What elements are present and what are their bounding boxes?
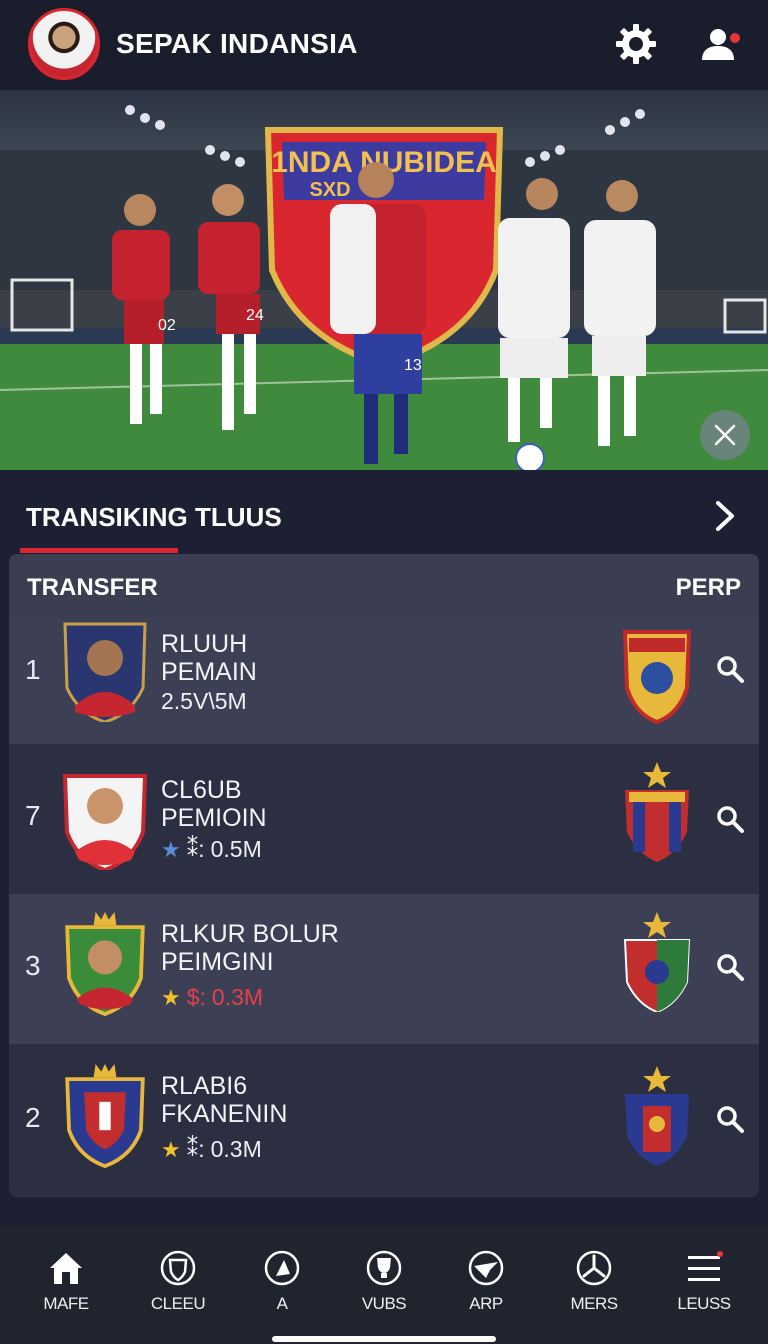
player-name-line2: PEMAIN bbox=[161, 658, 257, 686]
home-indicator bbox=[272, 1336, 496, 1342]
gear-icon[interactable] bbox=[614, 22, 658, 66]
search-icon[interactable] bbox=[715, 952, 745, 982]
nav-label: MAFE bbox=[43, 1294, 89, 1313]
player-portrait bbox=[65, 912, 145, 1016]
player-name: RLABI6 FKANENIN bbox=[161, 1072, 287, 1128]
table-header: TRANSFER PERP bbox=[9, 554, 759, 618]
value-prefix: $: bbox=[186, 984, 206, 1010]
player-portrait bbox=[63, 622, 147, 722]
app-title: SEPAK INDANSIA bbox=[116, 28, 358, 59]
home-icon bbox=[50, 1253, 82, 1284]
player-name: RLUUH PEMAIN bbox=[161, 630, 257, 686]
app-header: SEPAK INDANSIA bbox=[0, 0, 768, 90]
star-icon: ★ bbox=[161, 1136, 181, 1162]
star-icon: ★ bbox=[161, 984, 181, 1010]
nav-item-home[interactable]: MAFE bbox=[16, 1248, 116, 1318]
section-title: TRANSIKING TLUUS bbox=[26, 502, 282, 532]
player-portrait bbox=[62, 774, 148, 870]
player-name-line1: CL6UB bbox=[161, 776, 242, 804]
jersey-number-1: 02 bbox=[158, 317, 176, 334]
star-icon: ★ bbox=[161, 836, 181, 862]
value-prefix: ⁑: bbox=[186, 1136, 205, 1162]
nav-label: CLEEU bbox=[150, 1294, 206, 1313]
row-rank: 2 bbox=[25, 1102, 41, 1133]
nav-item-vubs[interactable]: VUBS bbox=[334, 1248, 434, 1318]
menu-icon bbox=[688, 1251, 723, 1281]
player-name: CL6UB PEMIOIN bbox=[161, 776, 267, 832]
player-name-line1: RLUUH bbox=[161, 630, 248, 658]
player-name: RLKUR BOLUR PEIMGINI bbox=[161, 920, 339, 976]
value-text: 0.3M bbox=[210, 1136, 262, 1162]
value-text: 2.5V\5M bbox=[161, 688, 247, 714]
nav-label: MERS bbox=[570, 1294, 618, 1313]
notification-dot bbox=[730, 33, 740, 43]
user-icon[interactable] bbox=[698, 22, 742, 66]
row-rank: 1 bbox=[25, 654, 41, 685]
table-row[interactable]: 3 RLKUR BOLUR PEIMGINI ★ $: 0.3M bbox=[9, 894, 759, 1044]
player-portrait bbox=[65, 1064, 145, 1168]
row-rank: 3 bbox=[25, 950, 41, 981]
player-name-line2: FKANENIN bbox=[161, 1100, 288, 1128]
transfer-value: ★ $: 0.3M bbox=[161, 984, 263, 1011]
stadium-illustration: 1NDA NUBIDEA SXD 02 24 13 bbox=[0, 105, 768, 470]
nav-item-arp[interactable]: ARP bbox=[436, 1248, 536, 1318]
nav-item-clubs[interactable]: CLEEU bbox=[128, 1248, 228, 1318]
nav-item-mers[interactable]: MERS bbox=[544, 1248, 644, 1318]
col-header-perp: PERP bbox=[675, 574, 741, 601]
player-name-line2: PEIMGINI bbox=[161, 948, 274, 976]
club-badge bbox=[623, 912, 691, 1012]
club-badge bbox=[625, 1066, 689, 1166]
chevron-right-icon[interactable] bbox=[708, 498, 744, 534]
club-badge bbox=[625, 762, 689, 862]
transfer-value: 2.5V\5M bbox=[161, 688, 247, 715]
hero-banner: 1NDA NUBIDEA SXD 02 24 13 bbox=[0, 90, 768, 470]
section-underline bbox=[20, 548, 178, 553]
player-name-line1: RLKUR BOLUR bbox=[161, 920, 339, 948]
trophy-icon bbox=[366, 1250, 402, 1286]
nav-label: ARP bbox=[469, 1294, 503, 1313]
club-badge bbox=[622, 630, 692, 725]
player-name-line1: RLABI6 bbox=[161, 1072, 248, 1100]
jersey-number-2: 24 bbox=[246, 307, 264, 324]
transfer-table: TRANSFER PERP 1 RLUUH PEMAIN 2.5V\5M 7 C… bbox=[9, 554, 759, 1197]
col-header-transfer: TRANSFER bbox=[27, 574, 158, 601]
table-row[interactable]: 2 RLABI6 FKANENIN ★ ⁑: 0.3M bbox=[9, 1044, 759, 1194]
bottom-nav: MAFE CLEEU A VUBS ARP MERS LEUSS bbox=[0, 1226, 768, 1344]
avatar[interactable] bbox=[28, 8, 100, 80]
transfer-icon bbox=[468, 1250, 504, 1286]
close-banner-button[interactable] bbox=[700, 410, 750, 460]
ball-icon bbox=[264, 1250, 300, 1286]
nav-label: LEUSS bbox=[677, 1294, 731, 1313]
crest-sub: SXD bbox=[309, 179, 350, 201]
row-rank: 7 bbox=[25, 800, 41, 831]
search-icon[interactable] bbox=[715, 654, 745, 684]
search-icon[interactable] bbox=[715, 1104, 745, 1134]
transfer-value: ★ ⁑: 0.5M bbox=[161, 836, 262, 863]
value-text: 0.3M bbox=[211, 984, 264, 1010]
nav-label: VUBS bbox=[361, 1294, 407, 1313]
jersey-number-3: 13 bbox=[404, 357, 422, 374]
value-prefix: ⁑: bbox=[186, 836, 205, 862]
nav-item-a[interactable]: A bbox=[232, 1248, 332, 1318]
table-row[interactable]: 7 CL6UB PEMIOIN ★ ⁑: 0.5M bbox=[9, 744, 759, 894]
close-icon bbox=[714, 424, 736, 446]
search-icon[interactable] bbox=[715, 804, 745, 834]
value-text: 0.5M bbox=[210, 836, 262, 862]
clock-icon bbox=[576, 1250, 612, 1286]
nav-item-menu[interactable]: LEUSS bbox=[654, 1248, 754, 1318]
player-name-line2: PEMIOIN bbox=[161, 804, 267, 832]
transfer-value: ★ ⁑: 0.3M bbox=[161, 1136, 262, 1163]
nav-label: A bbox=[276, 1294, 288, 1313]
shield-icon bbox=[160, 1250, 196, 1286]
